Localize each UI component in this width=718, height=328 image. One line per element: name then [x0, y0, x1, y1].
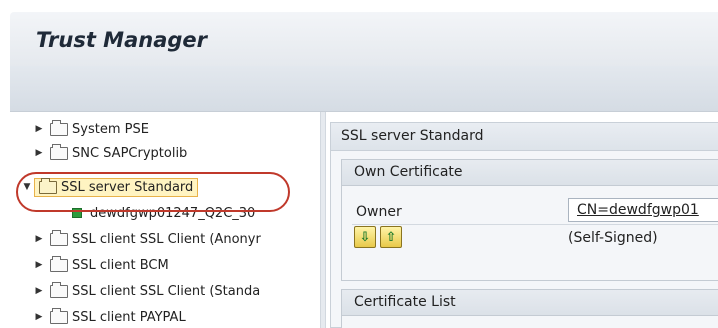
- tree-item-ssl-client-paypal[interactable]: ▶ SSL client PAYPAL: [10, 306, 186, 328]
- highlight-ring: [16, 172, 290, 212]
- tree-item-ssl-client-bcm[interactable]: ▶ SSL client BCM: [10, 254, 169, 276]
- divider: [352, 224, 718, 225]
- tree-item-ssl-client-anonymous[interactable]: ▶ SSL client SSL Client (Anonyr: [10, 228, 320, 250]
- detail-pane: SSL server Standard Own Certificate Owne…: [330, 122, 718, 328]
- expand-arrow-icon[interactable]: ▶: [32, 286, 46, 296]
- tree-item-snc-sapcryptolib[interactable]: ▶ SNC SAPCryptolib: [10, 142, 187, 164]
- tree-item-label: SSL client PAYPAL: [72, 309, 186, 325]
- owner-field[interactable]: CN=dewdfgwp01: [568, 198, 718, 222]
- import-certificate-icon[interactable]: ⇩: [354, 226, 376, 248]
- folder-icon: [50, 255, 68, 272]
- tree-item-ssl-client-standard[interactable]: ▶ SSL client SSL Client (Standa: [10, 280, 320, 302]
- folder-icon: [50, 281, 68, 298]
- expand-arrow-icon[interactable]: ▶: [32, 148, 46, 158]
- self-signed-status: (Self-Signed): [568, 230, 658, 246]
- tree-item-label: SNC SAPCryptolib: [72, 145, 188, 161]
- tree-item-system-pse[interactable]: ▶ System PSE: [10, 118, 149, 140]
- tree-item-label: SSL client BCM: [72, 257, 169, 273]
- folder-icon: [50, 143, 68, 160]
- expand-arrow-icon[interactable]: ▶: [32, 260, 46, 270]
- pane-splitter[interactable]: [320, 112, 326, 328]
- folder-icon: [50, 229, 68, 246]
- export-certificate-icon[interactable]: ⇧: [380, 226, 402, 248]
- tree-item-label: SSL client SSL Client (Anonyr: [72, 231, 261, 247]
- page-title: Trust Manager: [36, 28, 207, 52]
- expand-arrow-icon[interactable]: ▶: [32, 312, 46, 322]
- expand-arrow-icon[interactable]: ▶: [32, 234, 46, 244]
- folder-icon: [50, 119, 68, 136]
- folder-icon: [50, 307, 68, 324]
- application-toolbar: [10, 66, 718, 112]
- own-certificate-title: Own Certificate: [342, 160, 718, 186]
- tree-item-label: SSL client SSL Client (Standa: [72, 283, 261, 299]
- tree-item-label: System PSE: [72, 121, 149, 137]
- owner-label: Owner: [356, 204, 402, 220]
- pse-tree: ▶ System PSE ▶ SNC SAPCryptolib ▼ SSL se…: [10, 112, 320, 328]
- title-bar: Trust Manager: [10, 12, 718, 66]
- detail-pane-title: SSL server Standard: [331, 123, 718, 151]
- expand-arrow-icon[interactable]: ▶: [32, 124, 46, 134]
- certificate-list-title: Certificate List: [342, 290, 718, 316]
- certificate-list-group: Certificate List: [341, 289, 718, 328]
- own-certificate-group: Own Certificate Owner CN=dewdfgwp01 ⇩ ⇧ …: [341, 159, 718, 281]
